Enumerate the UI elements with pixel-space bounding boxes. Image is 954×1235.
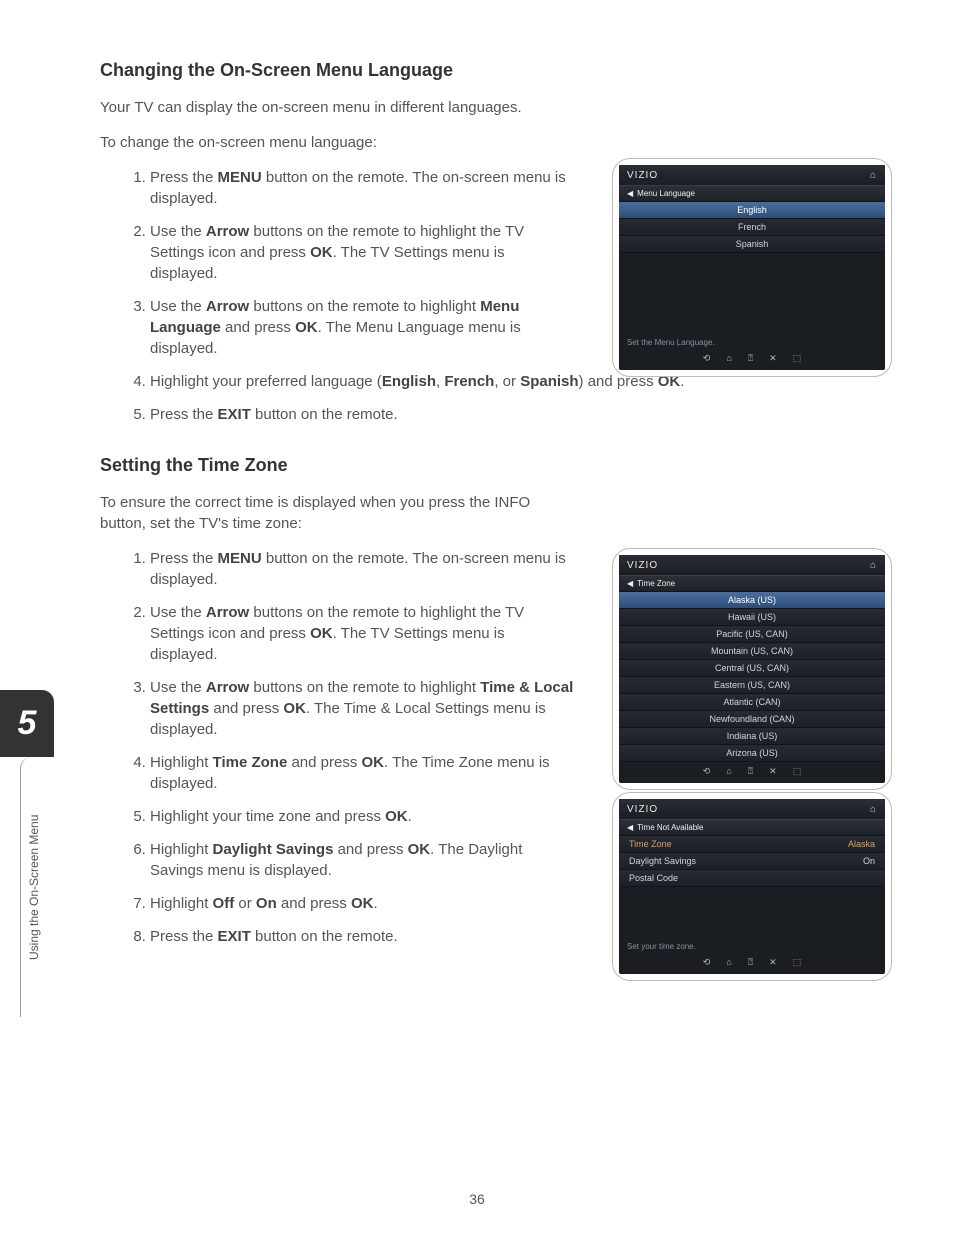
home-icon: ⌂ [870,804,877,815]
footer-icon: ✕ [769,766,777,777]
footer-icon: ⍰ [748,766,753,777]
tv-list-item: Alaska (US) [619,592,885,609]
tv-list: Alaska (US) Hawaii (US) Pacific (US, CAN… [619,592,885,762]
tv-header: VIZIO ⌂ [619,555,885,575]
tv-list-item: Newfoundland (CAN) [619,711,885,728]
footer-icon: ⟲ [703,353,711,364]
footer-icon: ✕ [769,957,777,968]
intro-text: Your TV can display the on-screen menu i… [100,97,894,118]
tv-list-item: Mountain (US, CAN) [619,643,885,660]
tv-list: Time ZoneAlaska Daylight SavingsOn Posta… [619,836,885,936]
tv-footer: ⟲ ⌂ ⍰ ✕ ⬚ [619,953,885,970]
back-arrow-icon: ◀ [627,823,633,832]
footer-icon: ⬚ [793,353,802,364]
brand-label: VIZIO [627,560,658,571]
back-arrow-icon: ◀ [627,189,633,198]
footer-icon: ⬚ [793,957,802,968]
tv-breadcrumb: ◀Time Zone [619,575,885,592]
page-number: 36 [0,1191,954,1207]
footer-icon: ⟲ [703,766,711,777]
footer-icon: ⍰ [748,353,753,364]
tv-hint: Set the Menu Language. [619,332,885,349]
tv-screenshot-time-zone: VIZIO ⌂ ◀Time Zone Alaska (US) Hawaii (U… [612,548,892,790]
heading-time-zone: Setting the Time Zone [100,455,894,476]
tv-list-item: Atlantic (CAN) [619,694,885,711]
brand-label: VIZIO [627,170,658,181]
tv-list-item: Hawaii (US) [619,609,885,626]
tv-list-item: Spanish [619,236,885,253]
tv-breadcrumb: ◀Time Not Available [619,819,885,836]
tv-footer: ⟲ ⌂ ⍰ ✕ ⬚ [619,349,885,366]
tv-hint: Set your time zone. [619,936,885,953]
lead-text: To change the on-screen menu language: [100,132,894,153]
tv-list-item: Eastern (US, CAN) [619,677,885,694]
tv-list-item: Pacific (US, CAN) [619,626,885,643]
back-arrow-icon: ◀ [627,579,633,588]
tv-header: VIZIO ⌂ [619,799,885,819]
home-icon: ⌂ [870,560,877,571]
tv-list-item: French [619,219,885,236]
footer-icon: ⌂ [726,957,731,968]
tv-header: VIZIO ⌂ [619,165,885,185]
footer-icon: ⬚ [793,766,802,777]
tv-list-item: Indiana (US) [619,728,885,745]
tv-row: Postal Code [619,870,885,887]
tv-list-item: English [619,202,885,219]
brand-label: VIZIO [627,804,658,815]
tv-footer: ⟲ ⌂ ⍰ ✕ ⬚ [619,762,885,779]
tv-row: Daylight SavingsOn [619,853,885,870]
footer-icon: ⟲ [703,957,711,968]
chapter-label: Using the On-Screen Menu [20,757,47,1017]
footer-icon: ⌂ [726,766,731,777]
footer-icon: ✕ [769,353,777,364]
chapter-tab: 5 Using the On-Screen Menu [0,690,54,1020]
footer-icon: ⍰ [748,957,753,968]
tv-list-item: Arizona (US) [619,745,885,762]
tv-list: English French Spanish [619,202,885,332]
tv-list-item: Central (US, CAN) [619,660,885,677]
home-icon: ⌂ [870,170,877,181]
footer-icon: ⌂ [726,353,731,364]
tv-breadcrumb: ◀Menu Language [619,185,885,202]
intro-text: To ensure the correct time is displayed … [100,492,894,534]
chapter-number: 5 [0,690,54,757]
heading-menu-language: Changing the On-Screen Menu Language [100,60,894,81]
tv-row: Time ZoneAlaska [619,836,885,853]
tv-screenshot-time-settings: VIZIO ⌂ ◀Time Not Available Time ZoneAla… [612,792,892,981]
tv-screenshot-menu-language: VIZIO ⌂ ◀Menu Language English French Sp… [612,158,892,377]
step: Press the EXIT button on the remote. [150,404,894,425]
